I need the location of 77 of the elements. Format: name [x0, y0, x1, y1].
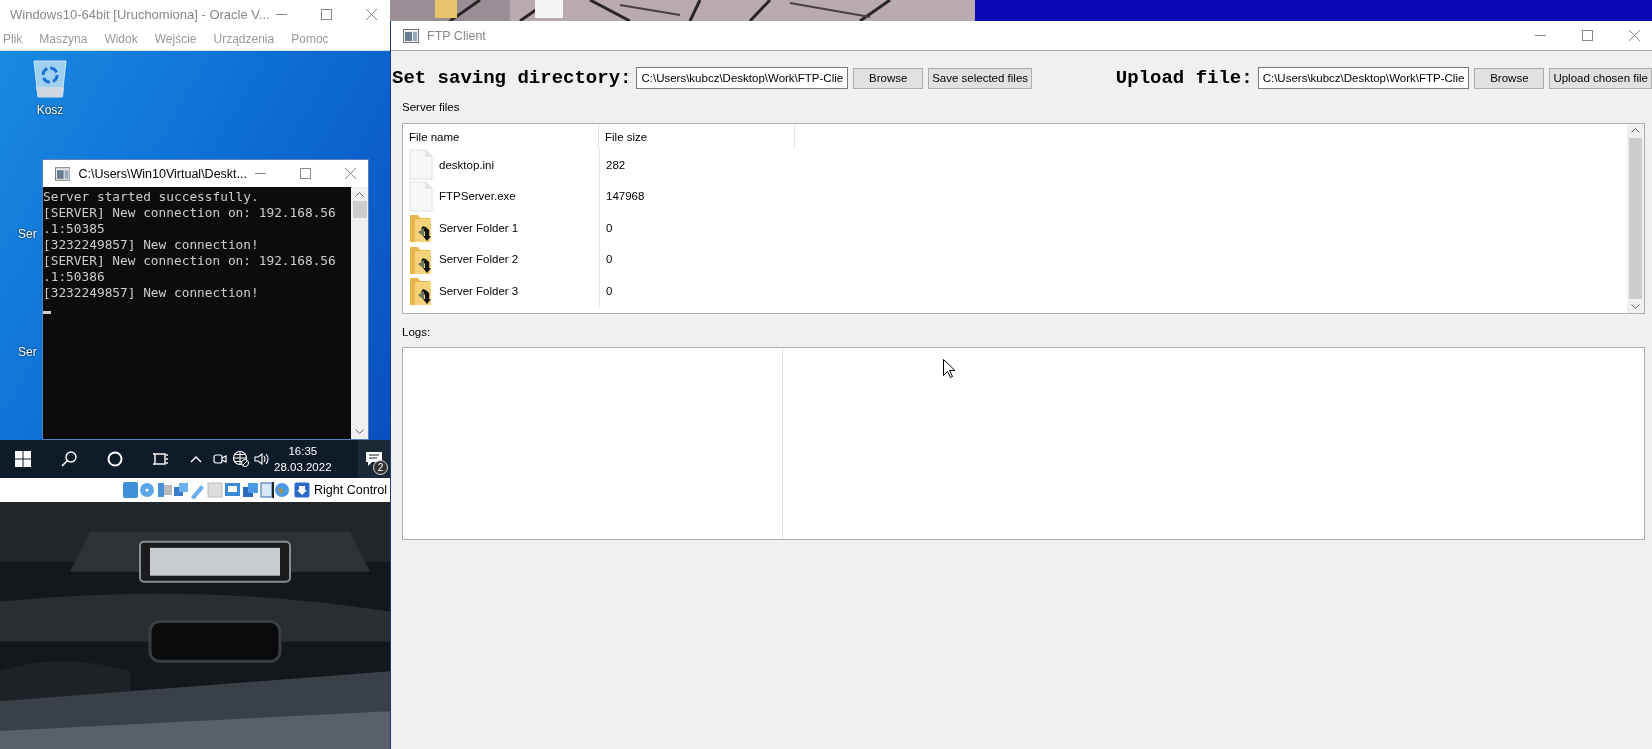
scrollbar[interactable] — [351, 187, 368, 439]
desktop-icon-label[interactable]: Ser — [18, 227, 37, 241]
file-size-cell: 147968 — [599, 180, 795, 212]
file-name-cell[interactable]: FTPServer.exe — [403, 180, 599, 212]
file-name[interactable]: Server Folder 2 — [439, 253, 519, 266]
speaker-icon[interactable] — [254, 452, 270, 466]
save-button[interactable]: Save selected files — [928, 67, 1033, 89]
scrollbar-thumb[interactable] — [352, 201, 367, 218]
maximize-icon[interactable] — [320, 8, 332, 20]
file-icon — [409, 149, 433, 181]
field-label: Set saving directory: — [392, 67, 632, 89]
folder-shortcut-icon — [409, 275, 433, 307]
windows-start-icon[interactable] — [15, 451, 31, 467]
arrow-down-icon[interactable] — [294, 482, 311, 498]
file-name-cell[interactable]: Server Folder 3 — [403, 275, 599, 307]
folder-shortcut-icon — [409, 212, 433, 244]
window-title: Windows10-64bit [Uruchomiona] - Oracle V... — [10, 6, 270, 22]
notification-button[interactable]: 2 — [358, 440, 390, 478]
desktop-icon-label[interactable]: Kosz — [36, 103, 64, 117]
globe-icon[interactable] — [232, 450, 250, 468]
file-name-cell[interactable]: Server Folder 1 — [403, 212, 599, 244]
console-line: [SERVER] New connection on: 192.168.56 — [43, 253, 337, 269]
scroll-down-icon[interactable] — [1631, 304, 1640, 310]
close-icon[interactable] — [345, 168, 356, 179]
upload-button[interactable]: Upload chosen file — [1549, 67, 1652, 89]
file-name[interactable]: FTPServer.exe — [439, 190, 516, 203]
console-line: .1:50386 — [43, 269, 106, 285]
maximize-icon[interactable] — [1582, 30, 1593, 41]
scroll-up-icon[interactable] — [1631, 127, 1640, 133]
scrollbar-thumb[interactable] — [1629, 138, 1642, 299]
camera-icon[interactable] — [212, 452, 228, 466]
task-view-icon[interactable] — [153, 451, 169, 467]
directory-field[interactable]: C:\Users\kubcz\Desktop\Work\FTP-Clie — [636, 67, 849, 89]
close-icon[interactable] — [365, 8, 377, 20]
scrollbar[interactable] — [1627, 124, 1644, 313]
window-title: C:\Users\Win10Virtual\Deskt... — [78, 166, 247, 181]
mouse-pointer-icon — [943, 359, 955, 378]
file-name-cell[interactable]: desktop.ini — [403, 149, 599, 181]
browse-button[interactable]: Browse — [1474, 67, 1545, 89]
console-line: Server started successfully. — [43, 189, 260, 205]
file-path-field[interactable]: C:\Users\kubcz\Desktop\Work\FTP-Clie — [1257, 67, 1470, 89]
search-icon[interactable] — [61, 451, 77, 467]
console-line: .1:50385 — [43, 221, 106, 237]
file-size-cell: 0 — [599, 243, 795, 275]
window-icon — [403, 28, 419, 43]
maximize-icon[interactable] — [300, 168, 311, 179]
file-name-cell[interactable]: Server Folder 2 — [403, 243, 599, 275]
scroll-up-icon[interactable] — [355, 191, 364, 197]
file-name[interactable]: Server Folder 3 — [439, 284, 519, 297]
browse-button[interactable]: Browse — [853, 67, 924, 89]
field-label: Upload file: — [1115, 67, 1253, 89]
circle-icon[interactable] — [107, 451, 123, 467]
console-line: [SERVER] New connection on: 192.168.56 — [43, 205, 337, 221]
scroll-down-icon[interactable] — [355, 429, 364, 435]
recycle-bin-icon[interactable] — [30, 57, 70, 99]
desktop-icon-label[interactable]: Ser — [18, 345, 37, 359]
file-size-cell: 0 — [599, 212, 795, 244]
file-icon — [409, 180, 433, 212]
chevron-up-icon[interactable] — [190, 455, 202, 463]
close-icon[interactable] — [1629, 30, 1640, 41]
device-icons-drawing[interactable] — [122, 481, 291, 499]
column-header[interactable]: File size — [599, 124, 795, 149]
window-title: FTP Client — [427, 28, 487, 43]
host-key-label: Right Control — [314, 483, 387, 497]
file-name[interactable]: desktop.ini — [439, 158, 494, 171]
window-icon — [55, 166, 71, 181]
file-size-cell: 282 — [599, 149, 795, 181]
text-cursor — [43, 311, 51, 314]
section-label: Server files — [402, 101, 461, 113]
clock-date[interactable]: 28.03.2022 — [274, 459, 332, 475]
section-label: Logs: — [402, 326, 432, 338]
notification-count: 2 — [373, 460, 388, 475]
file-name[interactable]: Server Folder 1 — [439, 221, 519, 234]
clock-time[interactable]: 16:35 — [288, 443, 318, 459]
console-line: [3232249857] New connection! — [43, 237, 260, 253]
console-line: [3232249857] New connection! — [43, 285, 260, 301]
file-size-cell: 0 — [599, 275, 795, 307]
